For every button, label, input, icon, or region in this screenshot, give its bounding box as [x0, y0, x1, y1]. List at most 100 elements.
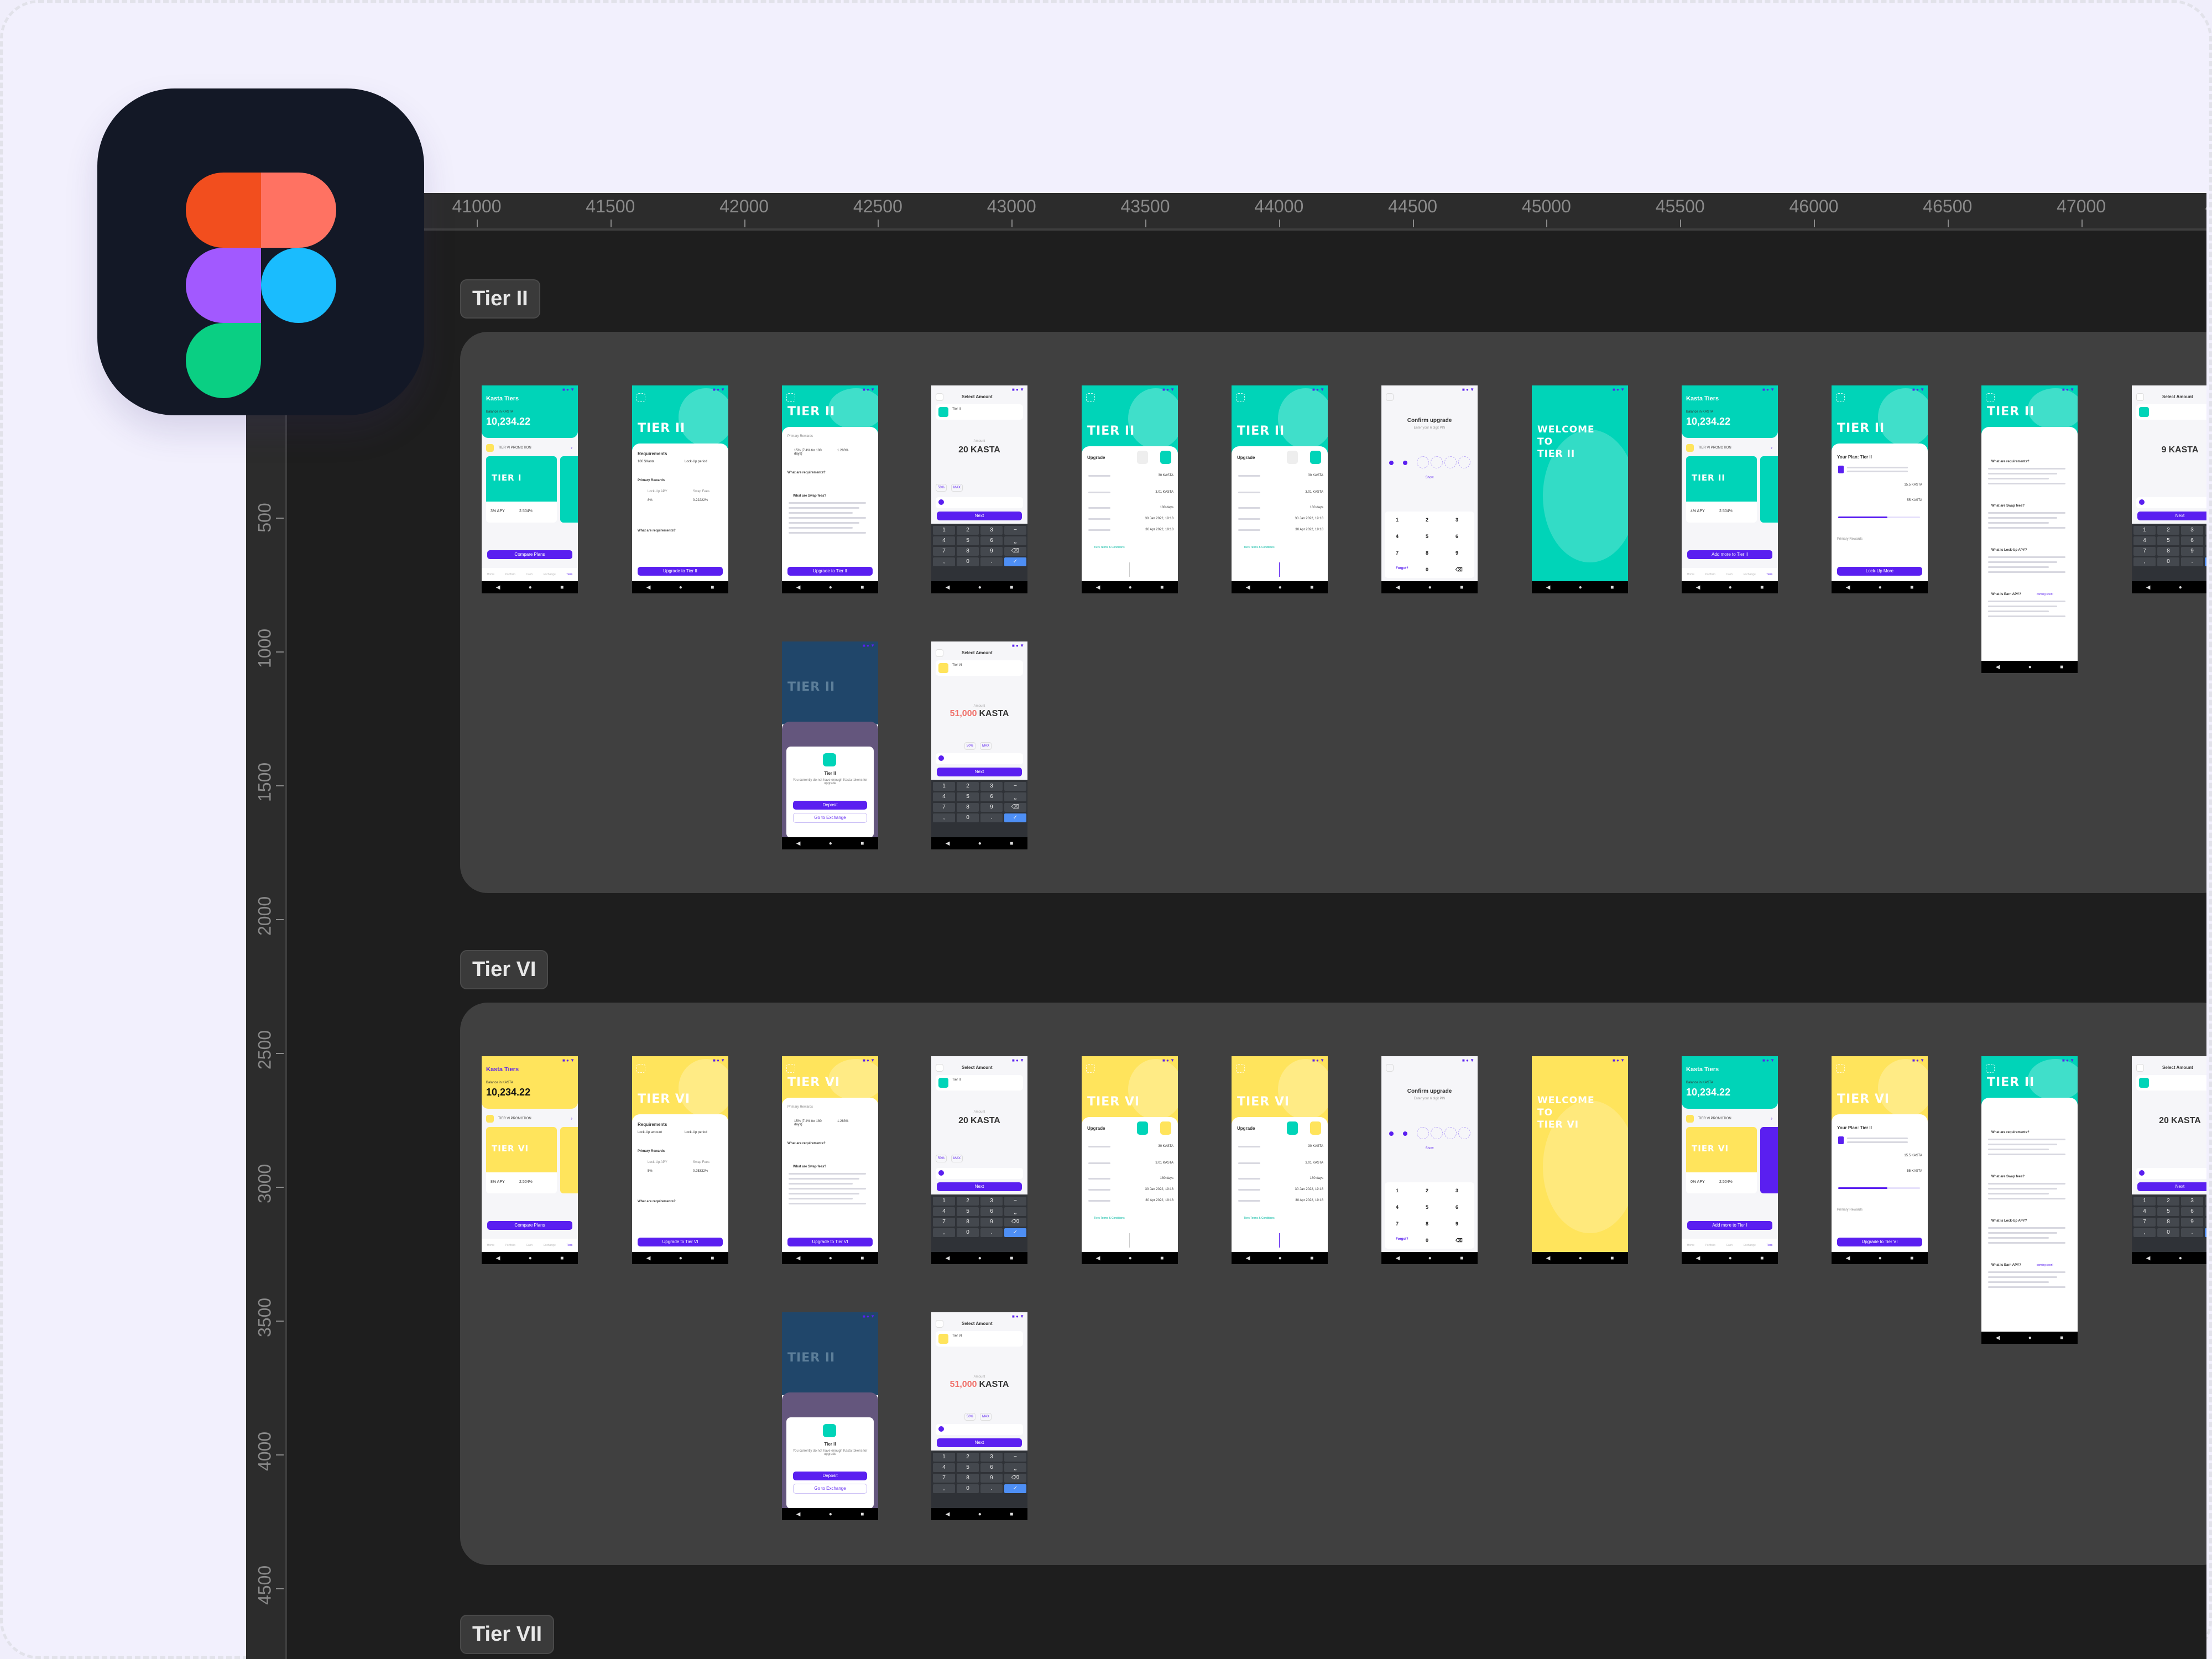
chip-50-percent[interactable]: 50%: [964, 742, 976, 750]
pin-key[interactable]: 6: [1455, 1204, 1458, 1210]
keyboard-key[interactable]: ,: [2133, 1228, 2156, 1237]
phone-screen-upgrade[interactable]: TIER II Upgrade 30 KASTA 3.01 KASTA 180 days…: [1082, 385, 1178, 593]
back-button[interactable]: [1986, 1064, 1995, 1073]
keyboard-key[interactable]: 4: [2133, 1207, 2156, 1216]
back-button[interactable]: [1086, 1064, 1095, 1073]
keyboard-key[interactable]: 7: [933, 803, 955, 812]
tab-portfolio[interactable]: Portfolio: [1705, 1244, 1715, 1247]
keyboard-key[interactable]: 5: [957, 1207, 979, 1216]
back-button[interactable]: [2136, 1064, 2144, 1072]
phone-screen-select_amount_error[interactable]: Select Amount Tier VI Amount 51,000 KASTA 50%…: [931, 641, 1027, 849]
keyboard-key[interactable]: 7: [933, 547, 955, 556]
chip-max[interactable]: MAX: [980, 742, 992, 750]
keyboard-key[interactable]: .: [2181, 557, 2203, 566]
keyboard-key[interactable]: −: [2205, 1197, 2206, 1206]
insufficient-funds-modal[interactable]: Tier II You currently do not have enough …: [786, 1417, 874, 1509]
keyboard-key[interactable]: 5: [2157, 1207, 2179, 1216]
home-icon[interactable]: ●: [978, 1511, 982, 1517]
phone-screen-upgrade[interactable]: TIER VI Upgrade 30 KASTA 3.01 KASTA 180 days…: [1082, 1056, 1178, 1264]
next-button[interactable]: Next: [2137, 512, 2206, 520]
recents-icon[interactable]: ■: [1010, 1255, 1013, 1261]
tier-select-card[interactable]: Tier II: [936, 1075, 1023, 1091]
back-icon[interactable]: ◀: [1096, 1255, 1100, 1261]
keyboard-key[interactable]: 5: [957, 1463, 979, 1472]
keyboard-key[interactable]: 6: [2181, 536, 2203, 545]
back-icon[interactable]: ◀: [1696, 1255, 1700, 1261]
home-icon[interactable]: ●: [829, 1511, 832, 1517]
recents-icon[interactable]: ■: [860, 585, 864, 591]
keyboard-key[interactable]: 1: [933, 526, 955, 535]
keyboard-key[interactable]: .: [980, 813, 1003, 822]
chevron-right-icon[interactable]: ›: [571, 445, 572, 450]
terms-link[interactable]: Tiers Terms & Conditions: [1094, 546, 1125, 549]
bottom-tab-bar[interactable]: Home Portfolio Cash Exchange Tiers: [1682, 568, 1778, 581]
pin-key[interactable]: 8: [1426, 550, 1428, 556]
keyboard-key[interactable]: 8: [957, 1474, 979, 1483]
keyboard-key[interactable]: 6: [980, 1207, 1003, 1216]
recents-icon[interactable]: ■: [1160, 585, 1164, 591]
recents-icon[interactable]: ■: [1010, 841, 1013, 847]
back-button[interactable]: [936, 649, 943, 657]
chip-50-percent[interactable]: 50%: [936, 1155, 947, 1162]
keyboard-key[interactable]: 8: [957, 803, 979, 812]
keyboard-key[interactable]: ⌫: [2205, 1218, 2206, 1227]
phone-screen-home_active[interactable]: Kasta Tiers Balance in KASTA 10,234.22 TIER…: [1682, 385, 1778, 593]
keyboard-key[interactable]: 2: [957, 1197, 979, 1206]
keyboard-key[interactable]: 6: [980, 792, 1003, 801]
tab-cash[interactable]: Cash: [526, 573, 533, 576]
show-pin-toggle[interactable]: Show: [1381, 1147, 1478, 1150]
keyboard-key[interactable]: 4: [933, 1463, 955, 1472]
amount-input[interactable]: 51,000 KASTA: [931, 709, 1027, 719]
back-icon[interactable]: ◀: [796, 1255, 801, 1261]
keyboard-key[interactable]: 7: [2133, 547, 2156, 556]
keyboard-key[interactable]: 8: [2157, 547, 2179, 556]
recents-icon[interactable]: ■: [1610, 1255, 1614, 1261]
recents-icon[interactable]: ■: [1460, 585, 1463, 591]
tab-tiers[interactable]: Tiers: [1766, 1244, 1772, 1247]
keyboard-key[interactable]: 2: [2157, 1197, 2179, 1206]
keyboard-key[interactable]: 0: [957, 1484, 979, 1493]
tab-portfolio[interactable]: Portfolio: [505, 1244, 515, 1247]
back-button[interactable]: [1236, 393, 1245, 402]
phone-screen-confirm[interactable]: Confirm upgrade Enter your 6 digit PIN Sho…: [1381, 1056, 1478, 1264]
back-icon[interactable]: ◀: [1846, 1255, 1850, 1261]
home-icon[interactable]: ●: [1879, 585, 1882, 591]
pin-key[interactable]: 4: [1396, 534, 1399, 539]
phone-screen-detail[interactable]: TIER VI Requirements Lock-Up amount Lock-Up…: [632, 1056, 728, 1264]
recents-icon[interactable]: ■: [860, 1255, 864, 1261]
recents-icon[interactable]: ■: [1910, 1255, 1913, 1261]
keyboard-key[interactable]: 9: [2181, 1218, 2203, 1227]
tab-cash[interactable]: Cash: [1726, 573, 1733, 576]
pin-key[interactable]: 7: [1396, 550, 1399, 556]
section-label-tier-vii[interactable]: Tier VII: [460, 1615, 555, 1654]
tab-cash[interactable]: Cash: [1726, 1244, 1733, 1247]
keyboard-key[interactable]: 5: [957, 792, 979, 801]
amount-input[interactable]: 20 KASTA: [931, 1116, 1027, 1126]
keyboard-key[interactable]: .: [980, 1228, 1003, 1237]
keyboard-key[interactable]: ⌫: [2205, 547, 2206, 556]
numeric-keyboard[interactable]: 123− 456⎵ 789⌫,0.✓: [931, 524, 1027, 581]
recents-icon[interactable]: ■: [1010, 1511, 1013, 1517]
keyboard-key[interactable]: ⎵: [1004, 1463, 1026, 1472]
back-button[interactable]: [2136, 393, 2144, 401]
back-button[interactable]: [1386, 1064, 1394, 1072]
chip-max[interactable]: MAX: [980, 1413, 992, 1421]
pin-key[interactable]: 9: [1455, 1221, 1458, 1227]
tab-portfolio[interactable]: Portfolio: [1705, 573, 1715, 576]
keyboard-key[interactable]: 9: [980, 547, 1003, 556]
amount-input[interactable]: 9 KASTA: [2132, 445, 2206, 455]
home-icon[interactable]: ●: [1129, 1255, 1132, 1261]
back-icon[interactable]: ◀: [1696, 585, 1700, 591]
back-icon[interactable]: ◀: [646, 585, 651, 591]
chevron-right-icon[interactable]: ›: [571, 1116, 572, 1121]
keyboard-key[interactable]: ✓: [2205, 1228, 2206, 1237]
recents-icon[interactable]: ■: [560, 1255, 564, 1261]
phone-screen-detail[interactable]: TIER II Requirements 100 $Kasta Lock-Up per…: [632, 385, 728, 593]
home-icon[interactable]: ●: [829, 1255, 832, 1261]
back-button[interactable]: [1836, 393, 1845, 402]
primary-cta-button[interactable]: Upgrade to Tier VI: [787, 1238, 873, 1246]
back-icon[interactable]: ◀: [1996, 1335, 2000, 1341]
chip-50-percent[interactable]: 50%: [936, 484, 947, 492]
keyboard-key[interactable]: 4: [933, 792, 955, 801]
primary-cta-button[interactable]: Lock-Up More: [1837, 567, 1922, 576]
